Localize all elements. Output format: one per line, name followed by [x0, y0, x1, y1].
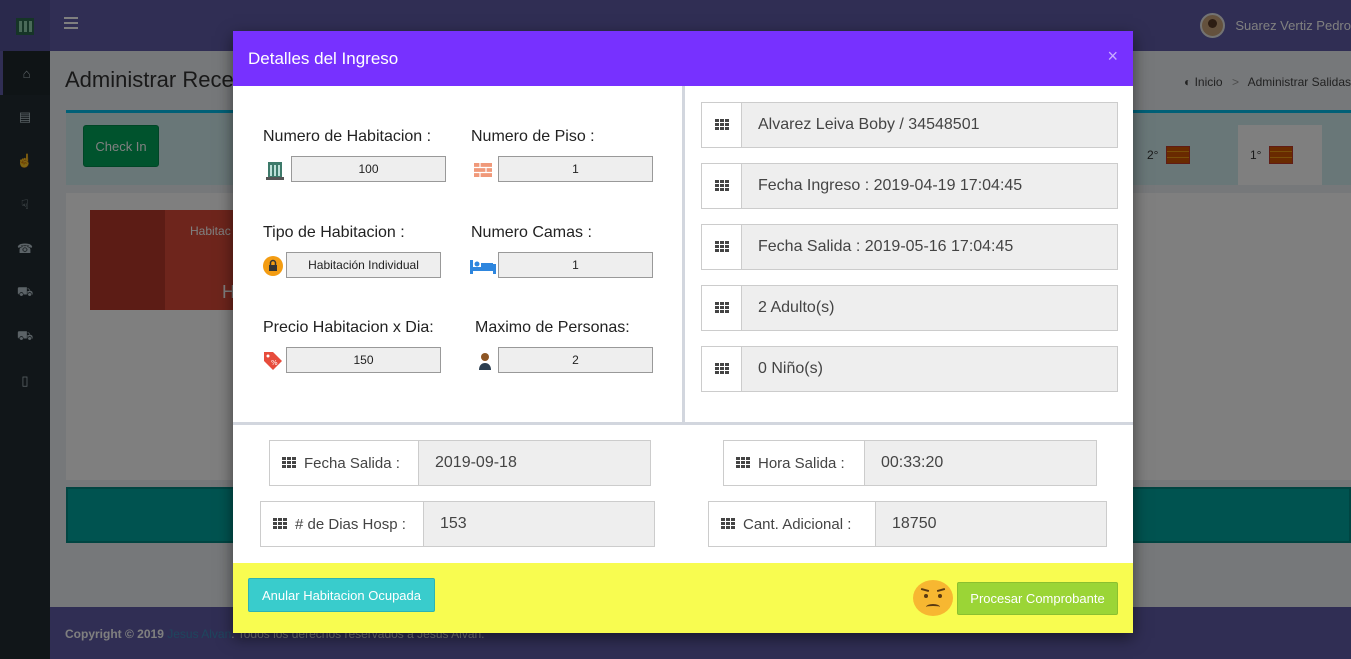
hora-salida-addon: Hora Salida :	[724, 441, 865, 485]
numero-piso-field[interactable]: 1	[498, 156, 653, 182]
dias-addon: # de Dias Hosp :	[261, 502, 424, 546]
building-icon	[265, 160, 285, 180]
price-tag-icon: %	[263, 351, 283, 371]
precio-field[interactable]: 150	[286, 347, 441, 373]
fecha-salida-addon: Fecha Salida :	[270, 441, 419, 485]
numero-habitacion-field[interactable]: 100	[291, 156, 446, 182]
sad-face-icon	[913, 580, 953, 616]
lock-icon	[263, 256, 283, 276]
fecha-ingreso-row: Fecha Ingreso : 2019-04-19 17:04:45	[701, 163, 1118, 209]
max-personas-field[interactable]: 2	[498, 347, 653, 373]
cliente-field[interactable]: Alvarez Leiva Boby / 34548501	[742, 103, 1117, 147]
fecha-ingreso-field[interactable]: Fecha Ingreso : 2019-04-19 17:04:45	[742, 164, 1117, 208]
grid-icon	[702, 225, 742, 269]
checkout-fecha-salida-label: Fecha Salida :	[304, 454, 400, 472]
modal-footer: Anular Habitacion Ocupada Procesar Compr…	[233, 563, 1133, 633]
cliente-row: Alvarez Leiva Boby / 34548501	[701, 102, 1118, 148]
fecha-salida-field[interactable]: Fecha Salida : 2019-05-16 17:04:45	[742, 225, 1117, 269]
numero-camas-label: Numero Camas :	[471, 224, 592, 241]
numero-camas-field[interactable]: 1	[498, 252, 653, 278]
checkout-cant-adicional-label: Cant. Adicional :	[743, 515, 852, 533]
close-icon[interactable]: ×	[1107, 46, 1118, 67]
divider	[233, 422, 1133, 425]
ingreso-details-modal: Detalles del Ingreso × Numero de Habitac…	[233, 31, 1133, 633]
tipo-habitacion-field[interactable]: Habitación Individual	[286, 252, 441, 278]
checkout-fecha-salida-row: Fecha Salida : 2019-09-18	[269, 440, 651, 486]
procesar-comprobante-button[interactable]: Procesar Comprobante	[957, 582, 1118, 615]
modal-header: Detalles del Ingreso ×	[233, 31, 1133, 86]
checkout-cant-adicional-row: Cant. Adicional : 18750	[708, 501, 1107, 547]
grid-icon	[721, 518, 735, 530]
checkout-dias-label: # de Dias Hosp :	[295, 515, 406, 533]
guest-info-panel: Alvarez Leiva Boby / 34548501 Fecha Ingr…	[685, 86, 1133, 423]
numero-habitacion-label: Numero de Habitacion :	[263, 128, 432, 145]
grid-icon	[736, 457, 750, 469]
adultos-field[interactable]: 2 Adulto(s)	[742, 286, 1117, 330]
max-personas-label: Maximo de Personas:	[475, 319, 630, 336]
checkout-hora-salida-row: Hora Salida : 00:33:20	[723, 440, 1097, 486]
checkout-fecha-salida-field[interactable]: 2019-09-18	[419, 441, 650, 485]
checkout-cant-adicional-field[interactable]: 18750	[876, 502, 1106, 546]
brick-wall-icon	[473, 160, 493, 180]
cant-adicional-addon: Cant. Adicional :	[709, 502, 876, 546]
grid-icon	[702, 164, 742, 208]
checkout-hora-salida-label: Hora Salida :	[758, 454, 845, 472]
grid-icon	[702, 347, 742, 391]
numero-piso-label: Numero de Piso :	[471, 128, 595, 145]
bed-icon	[470, 256, 496, 276]
tipo-habitacion-label: Tipo de Habitacion :	[263, 224, 405, 241]
checkout-hora-salida-field[interactable]: 00:33:20	[865, 441, 1096, 485]
precio-label: Precio Habitacion x Dia:	[263, 319, 434, 336]
grid-icon	[282, 457, 296, 469]
fecha-salida-row: Fecha Salida : 2019-05-16 17:04:45	[701, 224, 1118, 270]
checkout-dias-field[interactable]: 153	[424, 502, 654, 546]
grid-icon	[273, 518, 287, 530]
room-info-panel: Numero de Habitacion : 100 Numero de Pis…	[233, 86, 685, 423]
svg-text:%: %	[271, 359, 278, 367]
grid-icon	[702, 286, 742, 330]
ninos-row: 0 Niño(s)	[701, 346, 1118, 392]
modal-title: Detalles del Ingreso	[248, 48, 399, 68]
anular-habitacion-button[interactable]: Anular Habitacion Ocupada	[248, 578, 435, 612]
person-icon	[475, 351, 495, 371]
grid-icon	[702, 103, 742, 147]
checkout-dias-row: # de Dias Hosp : 153	[260, 501, 655, 547]
ninos-field[interactable]: 0 Niño(s)	[742, 347, 1117, 391]
adultos-row: 2 Adulto(s)	[701, 285, 1118, 331]
